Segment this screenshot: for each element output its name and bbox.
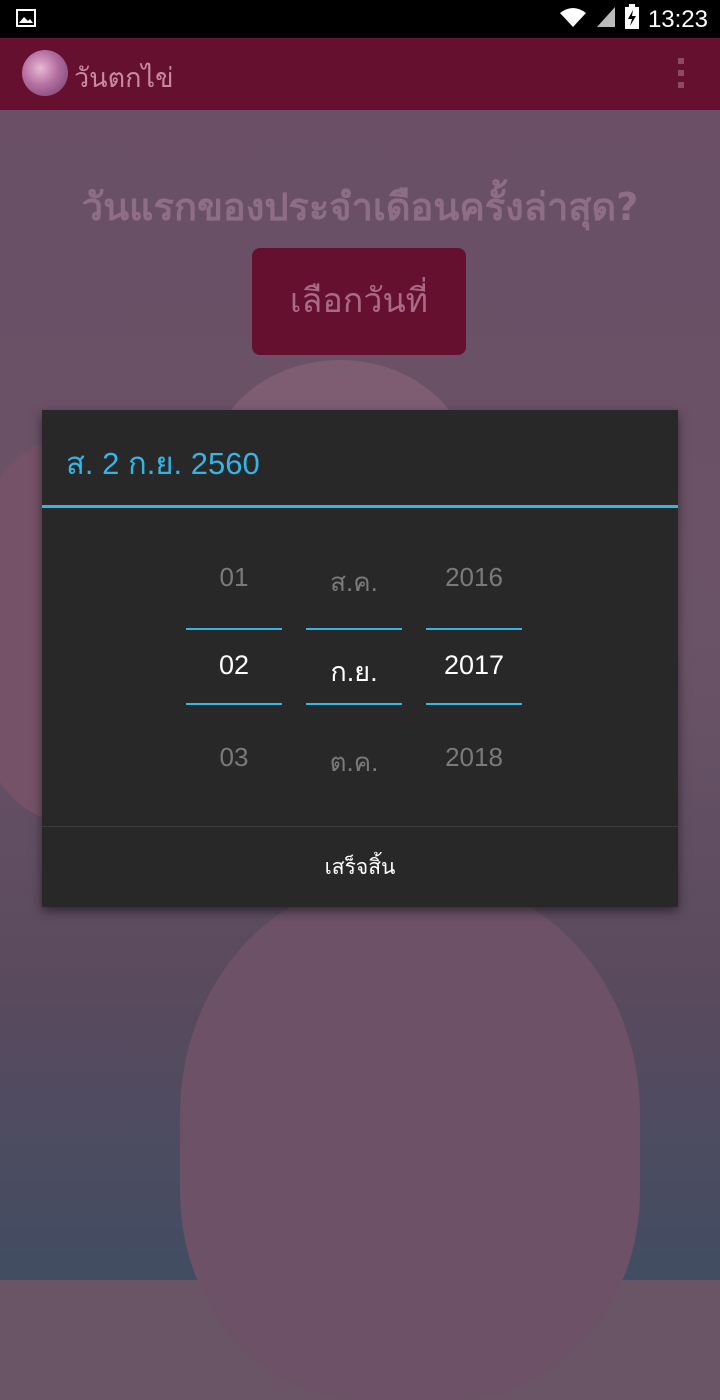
year-selection-line-top	[426, 628, 522, 630]
image-icon	[16, 8, 36, 33]
app-title: วันตกไข่	[74, 63, 174, 94]
dialog-title-divider	[42, 505, 678, 508]
done-button[interactable]: เสร็จสิ้น	[42, 827, 678, 907]
battery-charging-icon	[624, 4, 640, 35]
wifi-icon	[558, 5, 588, 34]
month-prev[interactable]: ส.ค.	[306, 562, 402, 603]
year-prev[interactable]: 2016	[426, 562, 522, 593]
date-picker-dialog: ส. 2 ก.ย. 2560 01 02 03 ส.ค. ก.ย. ต.ค. 2…	[42, 410, 678, 907]
year-selected[interactable]: 2017	[426, 650, 522, 681]
overflow-menu-icon[interactable]	[678, 58, 686, 92]
month-selected[interactable]: ก.ย.	[306, 650, 402, 693]
day-selected[interactable]: 02	[186, 650, 282, 681]
pick-date-button[interactable]: เลือกวันที่	[252, 248, 466, 355]
last-period-question: วันแรกของประจำเดือนครั้งล่าสุด?	[81, 185, 639, 229]
app-logo-icon[interactable]	[22, 50, 68, 96]
day-prev[interactable]: 01	[186, 562, 282, 593]
month-selection-line-bottom	[306, 703, 402, 705]
day-selection-line-top	[186, 628, 282, 630]
app-bar: วันตกไข่	[0, 38, 720, 110]
month-next[interactable]: ต.ค.	[306, 742, 402, 783]
status-bar: 13:23	[0, 0, 720, 38]
day-selection-line-bottom	[186, 703, 282, 705]
clock: 13:23	[647, 5, 708, 33]
year-selection-line-bottom	[426, 703, 522, 705]
day-next[interactable]: 03	[186, 742, 282, 773]
year-next[interactable]: 2018	[426, 742, 522, 773]
dialog-title: ส. 2 ก.ย. 2560	[66, 446, 260, 481]
signal-icon	[596, 5, 616, 34]
month-selection-line-top	[306, 628, 402, 630]
